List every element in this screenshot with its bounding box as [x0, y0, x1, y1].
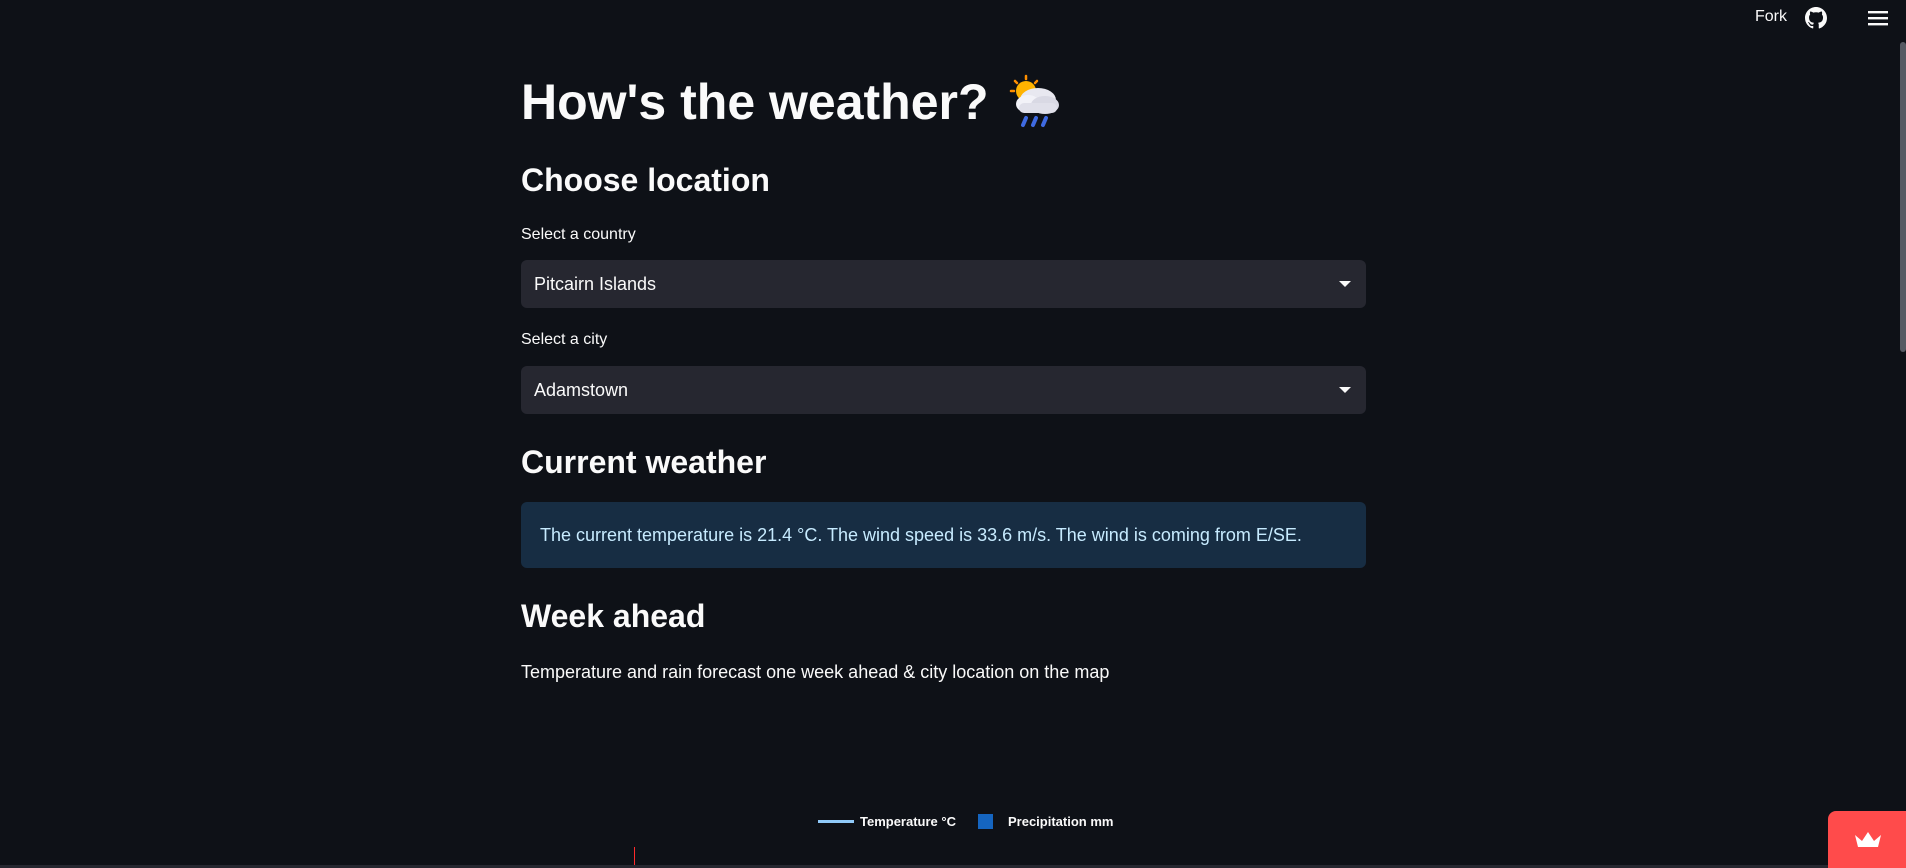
sun-behind-rain-cloud-icon	[1009, 74, 1059, 127]
city-select[interactable]: Adamstown	[521, 366, 1366, 414]
current-weather-info-box: The current temperature is 21.4 °C. The …	[521, 502, 1366, 568]
chevron-down-icon[interactable]	[1339, 387, 1351, 393]
streamlit-badge[interactable]	[1828, 811, 1906, 868]
github-icon[interactable]	[1805, 7, 1827, 29]
country-select-label: Select a country	[521, 226, 636, 243]
choose-location-heading: Choose location	[521, 162, 770, 198]
week-ahead-description: Temperature and rain forecast one week a…	[521, 662, 1110, 682]
fork-link[interactable]: Fork	[1755, 8, 1787, 26]
week-ahead-heading: Week ahead	[521, 598, 706, 634]
temperature-legend-label[interactable]: Temperature °C	[860, 814, 956, 829]
hamburger-menu-icon[interactable]	[1868, 9, 1888, 27]
country-select-value: Pitcairn Islands	[534, 273, 657, 294]
app-header: Fork	[0, 0, 1906, 36]
chevron-down-icon[interactable]	[1339, 281, 1351, 287]
current-weather-message: The current temperature is 21.4 °C. The …	[540, 524, 1302, 545]
precipitation-legend-label[interactable]: Precipitation mm	[1008, 814, 1113, 829]
page-title: How's the weather?	[521, 66, 1065, 138]
page-scrollbar[interactable]	[1898, 0, 1906, 868]
streamlit-crown-icon	[1855, 832, 1881, 847]
city-select-value: Adamstown	[534, 379, 629, 400]
page-title-text: How's the weather?	[521, 74, 989, 130]
city-select-label: Select a city	[521, 331, 608, 348]
temperature-legend-swatch[interactable]	[818, 820, 854, 823]
country-select[interactable]: Pitcairn Islands	[521, 260, 1366, 308]
precipitation-legend-swatch[interactable]	[977, 814, 993, 829]
chart-legend: Temperature °C Precipitation mm	[818, 814, 1113, 829]
scrollbar-thumb[interactable]	[1900, 42, 1906, 352]
current-weather-heading: Current weather	[521, 444, 767, 480]
